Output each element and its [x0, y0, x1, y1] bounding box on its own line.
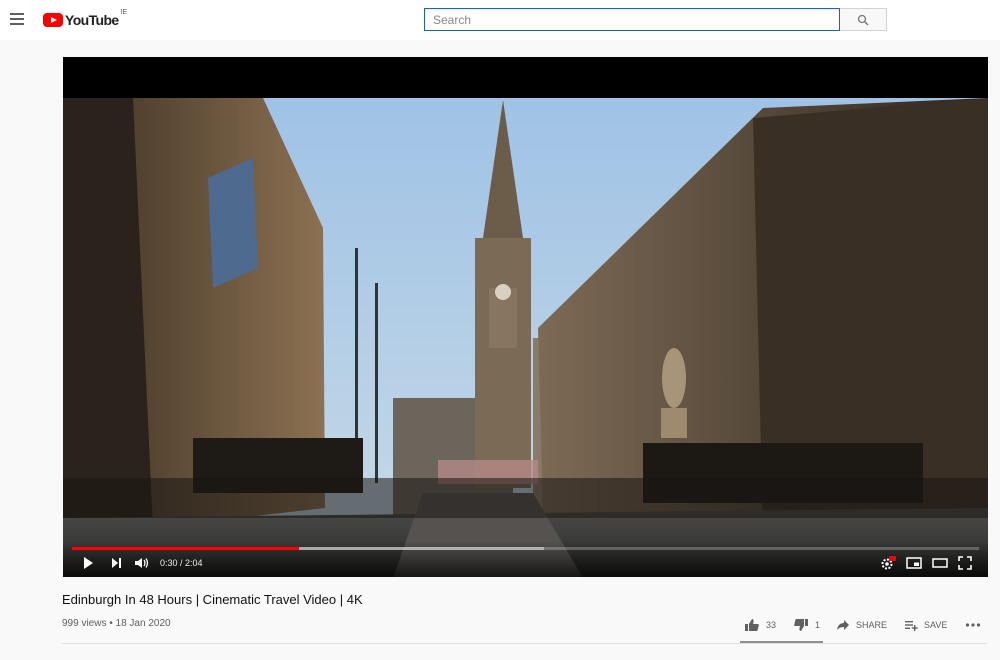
miniplayer-button[interactable]	[906, 556, 922, 570]
divider	[62, 643, 987, 644]
masthead: YouTube IE	[0, 0, 1000, 40]
settings-hd-icon	[881, 556, 896, 570]
more-icon	[965, 623, 981, 627]
save-label: SAVE	[924, 620, 948, 630]
miniplayer-icon	[906, 557, 922, 569]
dislike-count: 1	[815, 620, 821, 630]
more-actions-button[interactable]	[965, 617, 981, 633]
like-button[interactable]: 33	[744, 617, 776, 633]
share-icon	[837, 620, 849, 630]
menu-icon[interactable]	[10, 13, 24, 25]
search-button[interactable]	[840, 8, 887, 31]
fullscreen-icon	[958, 556, 972, 570]
country-code: IE	[120, 9, 128, 16]
progress-bar[interactable]	[72, 547, 979, 550]
search-bar	[424, 8, 887, 31]
fullscreen-button[interactable]	[958, 556, 972, 570]
like-count: 33	[766, 620, 777, 630]
share-label: SHARE	[856, 620, 888, 630]
progress-played	[72, 547, 299, 550]
search-icon	[857, 14, 869, 25]
youtube-logo[interactable]: YouTube IE	[43, 9, 128, 29]
theater-mode-button[interactable]	[932, 556, 948, 570]
share-button[interactable]: SHARE	[836, 617, 887, 633]
video-player[interactable]: 0:30 / 2:04	[63, 57, 988, 577]
play-icon	[84, 557, 93, 569]
next-button[interactable]	[109, 556, 123, 570]
playlist-add-icon	[905, 621, 918, 631]
next-icon	[112, 558, 121, 568]
video-meta: 999 views • 18 Jan 2020	[62, 618, 171, 629]
theater-icon	[932, 558, 948, 568]
video-frame[interactable]	[63, 98, 988, 577]
youtube-play-icon	[43, 13, 63, 27]
thumbs-up-icon	[745, 619, 759, 631]
settings-button[interactable]	[880, 556, 896, 570]
player-controls: 0:30 / 2:04	[63, 541, 988, 577]
search-input[interactable]	[424, 8, 840, 31]
time-display: 0:30 / 2:04	[160, 558, 203, 568]
thumbs-down-icon	[794, 619, 808, 631]
video-title: Edinburgh In 48 Hours | Cinematic Travel…	[62, 592, 363, 607]
dislike-button[interactable]: 1	[793, 617, 820, 633]
save-button[interactable]: SAVE	[904, 617, 947, 633]
volume-icon	[135, 558, 149, 568]
logo-text: YouTube	[65, 12, 119, 28]
volume-button[interactable]	[134, 556, 150, 570]
play-button[interactable]	[81, 556, 95, 570]
